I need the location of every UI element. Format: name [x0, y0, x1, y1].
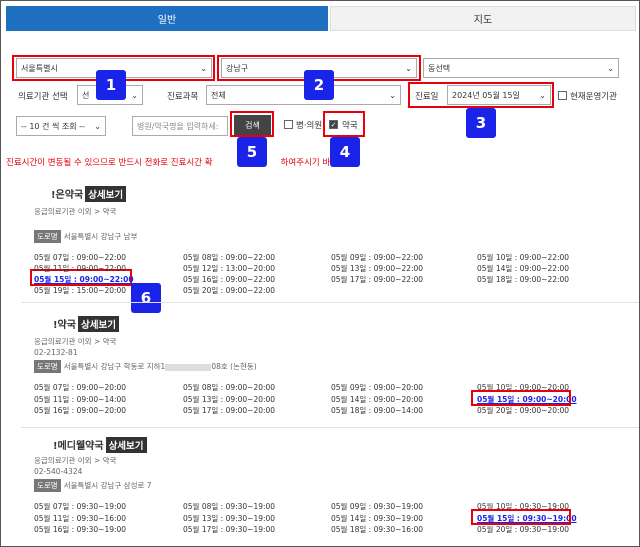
road-badge: 도로명 [34, 360, 61, 373]
chevron-down-icon: ⌄ [94, 121, 101, 131]
dong-select[interactable]: 동선택 ⌄ [423, 58, 619, 78]
category: 응급의료기관 이외 > 약국 [34, 456, 117, 465]
highlight-search [230, 111, 274, 137]
schedule-item: 05월 10일 : 09:00~22:00 [477, 253, 570, 262]
result-card: !메디웰약국 상세보기 응급의료기관 이외 > 약국 02-540-4324 도로… [21, 429, 639, 546]
chevron-down-icon: ⌄ [607, 63, 614, 73]
per-page-select[interactable]: -- 10 건 씩 조회 -- ⌄ [16, 116, 106, 136]
institution-value: 선 [82, 90, 90, 100]
schedule-item: 05월 14일 : 09:00~20:00 [331, 395, 424, 404]
schedule-item: 05월 09일 : 09:00~22:00 [331, 253, 424, 262]
schedule-item: 05월 07일 : 09:30~19:00 [34, 502, 127, 511]
step-badge-1: 1 [96, 70, 126, 100]
hospital-checkbox[interactable] [284, 120, 293, 129]
schedule-item: 05월 07일 : 09:00~22:00 [34, 253, 127, 262]
page-frame: 일반 지도 서울특별시 ⌄ 강남구 ⌄ 동선택 ⌄ 의료기관 선택 선 ⌄ 진료과목 전… [0, 0, 640, 547]
detail-button[interactable]: 상세보기 [77, 316, 119, 332]
schedule-item: 05월 14일 : 09:30~19:00 [331, 514, 424, 523]
schedule-item: 05월 08일 : 09:00~22:00 [183, 253, 276, 262]
open-now-checkbox[interactable] [558, 91, 567, 100]
dong-value: 동선택 [428, 63, 451, 73]
address-text: 서울특별시 강남구 삼성로 7 [63, 481, 152, 490]
road-badge: 도로명 [34, 230, 61, 243]
search-placeholder: 병원/약국명을 입력하세: [137, 121, 219, 131]
notice-main: 진료시간이 변동될 수 있으므로 반드시 전화로 진료시간 확 [6, 158, 213, 168]
phone: 02-2132-81 [34, 348, 78, 357]
schedule-item: 05월 13일 : 09:00~22:00 [331, 264, 424, 273]
address: 도로명 서울특별시 강남구 삼성로 7 [34, 479, 152, 492]
redacted-block [165, 363, 212, 371]
phone: 02-540-4324 [34, 467, 83, 476]
view-tabs: 일반 지도 [6, 6, 636, 31]
pharmacy-name-text: !약국 [53, 320, 76, 331]
chevron-down-icon: ⌄ [131, 90, 138, 100]
schedule-item: 05월 19일 : 15:00~20:00 [34, 286, 127, 295]
search-input[interactable]: 병원/약국명을 입력하세: [132, 116, 228, 136]
schedule-item: 05월 13일 : 09:00~20:00 [183, 395, 276, 404]
schedule-item: 05월 16일 : 09:00~22:00 [183, 275, 276, 284]
highlight-schedule [471, 509, 571, 525]
chevron-down-icon: ⌄ [389, 90, 396, 100]
schedule-item: 05월 13일 : 09:30~19:00 [183, 514, 276, 523]
schedule-item: 05월 07일 : 09:00~20:00 [34, 383, 127, 392]
schedule-item: 05월 20일 : 09:00~20:00 [477, 406, 570, 415]
schedule-item: 05월 17일 : 09:30~19:00 [183, 525, 276, 534]
notice-text: 진료시간이 변동될 수 있으므로 반드시 전화로 진료시간 확 하여주시기 바 [6, 156, 330, 168]
category: 응급의료기관 이외 > 약국 [34, 337, 117, 346]
step-badge-2: 2 [304, 70, 334, 100]
schedule-item: 05월 09일 : 09:30~19:00 [331, 502, 424, 511]
subject-label: 진료과목 [167, 92, 199, 102]
schedule-item: 05월 18일 : 09:00~14:00 [331, 406, 424, 415]
address-text: 서울특별시 강남구 학동로 지하1 [63, 362, 166, 371]
schedule-item: 05월 11일 : 09:00~14:00 [34, 395, 127, 404]
schedule-item: 05월 18일 : 09:30~16:00 [331, 525, 424, 534]
step-badge-4: 4 [330, 137, 360, 167]
notice-tail: 하여주시기 바 [280, 158, 331, 168]
category: 응급의료기관 이외 > 약국 [34, 207, 117, 216]
result-card: !약국 상세보기 응급의료기관 이외 > 약국 02-2132-81 도로명 서울특… [21, 304, 639, 428]
per-page-value: -- 10 건 씩 조회 -- [21, 121, 85, 131]
schedule-item: 05월 16일 : 09:00~20:00 [34, 406, 127, 415]
step-badge-3: 3 [466, 108, 496, 138]
schedule-item: 05월 09일 : 09:00~20:00 [331, 383, 424, 392]
schedule-item: 05월 08일 : 09:00~20:00 [183, 383, 276, 392]
detail-button[interactable]: 상세보기 [105, 437, 147, 453]
institution-label: 의료기관 선택 [18, 92, 68, 102]
detail-button[interactable]: 상세보기 [85, 186, 127, 202]
highlight-pharmacy [323, 111, 365, 137]
pharmacy-name-text: !메디웰약국 [53, 441, 104, 452]
road-badge: 도로명 [34, 479, 61, 492]
schedule-item: 05월 14일 : 09:00~22:00 [477, 264, 570, 273]
hospital-label: 병·의원 [296, 121, 323, 131]
schedule-item: 05월 11일 : 09:00~22:00 [34, 264, 127, 273]
schedule-item-today[interactable]: 05월 15일 : 09:00~22:00 [34, 274, 134, 285]
schedule-item: 05월 20일 : 09:30~19:00 [477, 525, 570, 534]
pharmacy-name[interactable]: !은약국 상세보기 [51, 186, 127, 202]
highlight-date [408, 82, 554, 108]
address-text: 서울특별시 강남구 남부 [63, 232, 138, 241]
schedule-item: 05월 11일 : 09:30~16:00 [34, 514, 127, 523]
highlight-schedule [471, 390, 571, 406]
schedule-item: 05월 20일 : 09:00~22:00 [183, 286, 276, 295]
tab-map[interactable]: 지도 [330, 6, 636, 31]
address-tail: 08호 (논현동) [211, 362, 257, 371]
schedule-item: 05월 18일 : 09:00~22:00 [477, 275, 570, 284]
address: 도로명 서울특별시 강남구 남부 [34, 230, 137, 243]
pharmacy-name-text: !은약국 [51, 190, 84, 201]
pharmacy-name[interactable]: !약국 상세보기 [53, 316, 119, 332]
schedule-item: 05월 16일 : 09:30~19:00 [34, 525, 127, 534]
schedule-item: 05월 17일 : 09:00~20:00 [183, 406, 276, 415]
open-now-label: 현재운영기관 [570, 92, 617, 102]
subject-value: 전체 [211, 90, 226, 100]
result-card: !은약국 상세보기 응급의료기관 이외 > 약국 도로명 서울특별시 강남구 남부 … [21, 176, 639, 303]
schedule-item: 05월 17일 : 09:00~22:00 [331, 275, 424, 284]
tab-general[interactable]: 일반 [6, 6, 328, 31]
pharmacy-name[interactable]: !메디웰약국 상세보기 [53, 437, 147, 453]
schedule-item: 05월 12일 : 13:00~20:00 [183, 264, 276, 273]
address: 도로명 서울특별시 강남구 학동로 지하1 08호 (논현동) [34, 360, 257, 373]
schedule-item: 05월 08일 : 09:30~19:00 [183, 502, 276, 511]
